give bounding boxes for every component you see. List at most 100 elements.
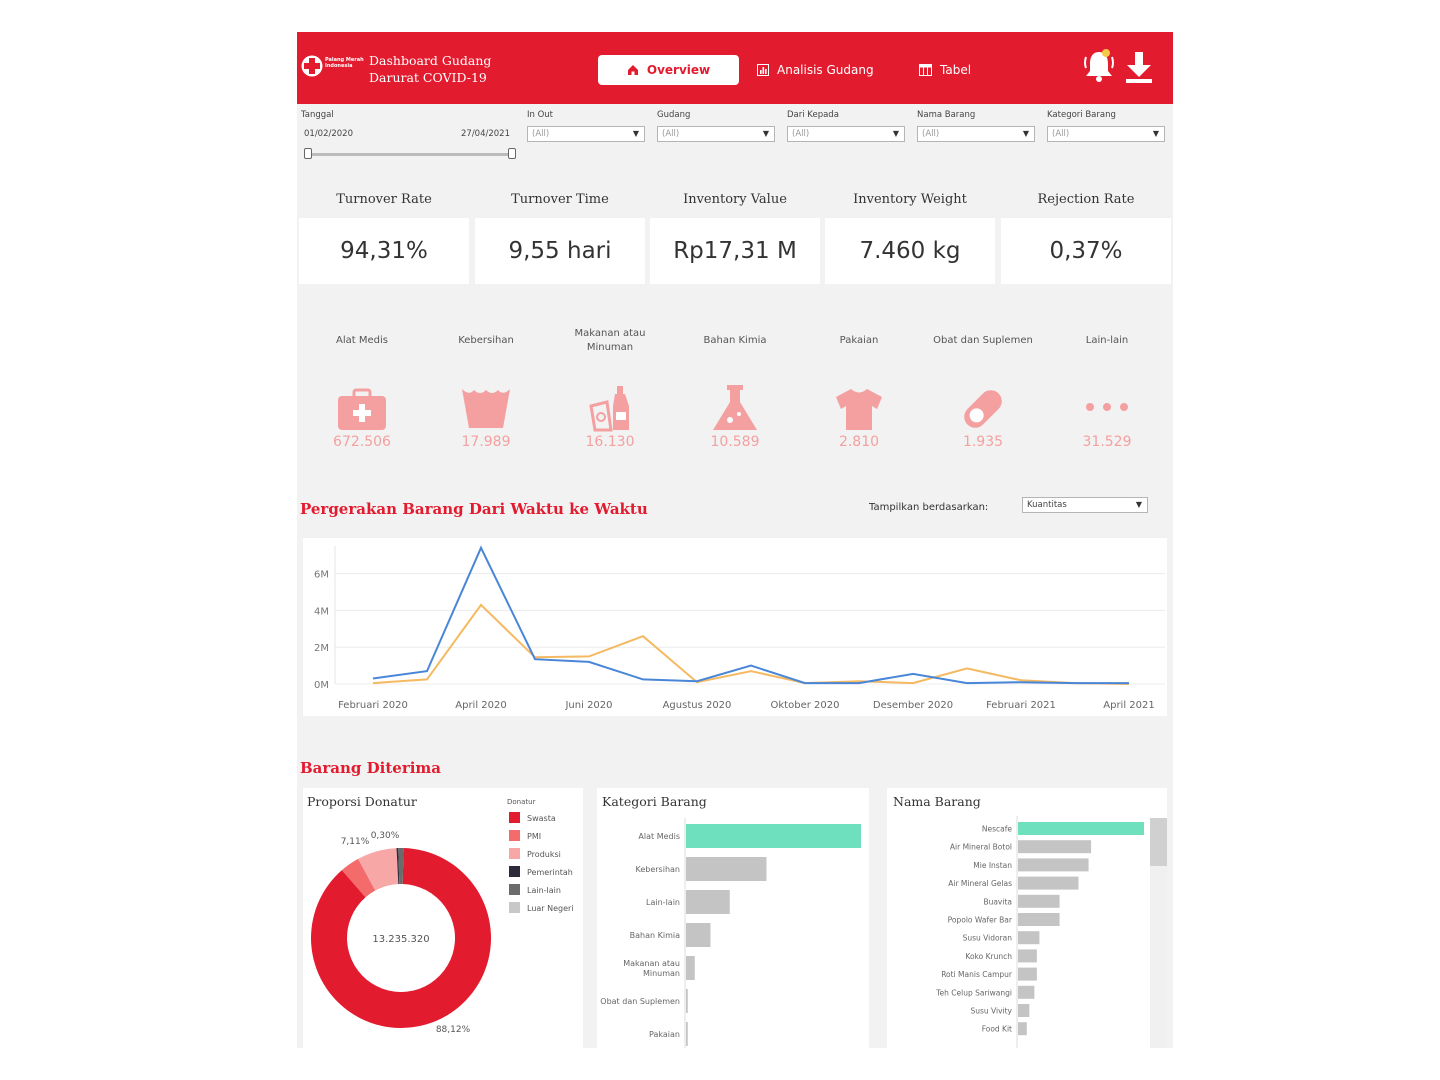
- kpi-turnover-time-title: Turnover Time: [511, 192, 609, 207]
- bar: [686, 989, 688, 1013]
- kpi-turnover-time-value: 9,55 hari: [475, 218, 645, 284]
- bar-label: Buavita: [983, 897, 1012, 906]
- movement-chart-panel: 0M 2M 4M 6M Februari 2020 April 2020 Juni 2020…: [303, 538, 1167, 716]
- date-slider-start-handle[interactable]: [304, 148, 312, 159]
- bar-label: Pakaian: [649, 1030, 680, 1039]
- filter-kategori-barang-value: (All): [1052, 129, 1070, 139]
- legend-swatch: [509, 884, 520, 895]
- item-scrollbar-track[interactable]: [1150, 818, 1167, 1048]
- date-slider-end-handle[interactable]: [508, 148, 516, 159]
- bar-label: Kebersihan: [636, 865, 681, 874]
- kpi-rejection-rate-title: Rejection Rate: [1037, 192, 1135, 207]
- pill-icon: [964, 390, 1002, 428]
- category-bahan-kimia-label: Bahan Kimia: [703, 335, 767, 346]
- category-alat-medis-label: Alat Medis: [336, 335, 388, 346]
- x-tick-label: Juni 2020: [564, 700, 612, 711]
- legend-swatch: [509, 812, 520, 823]
- tab-overview[interactable]: Overview: [598, 55, 739, 85]
- filter-dari-kepada-select[interactable]: (All) ▼: [787, 126, 905, 142]
- legend-label: Swasta: [527, 814, 556, 823]
- bar-label-line2: Minuman: [643, 969, 680, 978]
- tab-tabel[interactable]: Tabel: [919, 55, 971, 85]
- tab-tabel-label: Tabel: [940, 63, 972, 77]
- y-tick-label: 4M: [314, 606, 329, 617]
- pmi-cross-icon: [301, 55, 323, 77]
- y-tick-label: 0M: [314, 680, 329, 691]
- bar-label: Bahan Kimia: [630, 931, 680, 940]
- x-tick-label: Februari 2021: [986, 700, 1056, 711]
- filter-dari-kepada-label: Dari Kepada: [787, 110, 839, 120]
- legend-swatch: [509, 848, 520, 859]
- category-lain-lain-label: Lain-lain: [1085, 335, 1129, 346]
- display-by-label: Tampilkan berdasarkan:: [869, 502, 989, 513]
- bar-label: Alat Medis: [638, 832, 680, 841]
- app-title-line2: Darurat COVID-19: [369, 70, 487, 85]
- bar: [1018, 1004, 1030, 1017]
- filter-kategori-barang-select[interactable]: (All) ▼: [1047, 126, 1165, 142]
- x-tick-label: April 2020: [455, 700, 506, 711]
- bar-label: Koko Krunch: [965, 952, 1012, 961]
- display-by-select[interactable]: Kuantitas ▼: [1022, 497, 1148, 513]
- item-scrollbar-thumb[interactable]: [1150, 818, 1167, 866]
- filter-nama-barang-select[interactable]: (All) ▼: [917, 126, 1035, 142]
- category-alat-medis-value: 672.506: [333, 434, 391, 450]
- shirt-icon: [836, 389, 882, 430]
- filter-dari-kepada-value: (All): [792, 129, 810, 139]
- item-bar-chart: Nescafe Air Mineral Botol Mie Instan Air Mi…: [935, 816, 1144, 1048]
- category-bar-panel: Kategori Barang Alat Medis Kebersihan Lain…: [597, 788, 869, 1048]
- filter-gudang-value: (All): [662, 129, 680, 139]
- bar-label: Teh Celup Sariwangi: [935, 988, 1012, 997]
- slice-label-pemerintah: 0,30%: [371, 831, 400, 841]
- x-tick-label: Desember 2020: [873, 700, 953, 711]
- bar: [1018, 913, 1060, 926]
- filter-nama-barang-label: Nama Barang: [917, 110, 976, 120]
- kpi-inventory-weight-value: 7.460 kg: [825, 218, 995, 284]
- bar-label-line1: Makanan atau: [623, 959, 680, 968]
- bar: [1018, 1022, 1027, 1036]
- bar: [1018, 931, 1040, 945]
- date-range-slider[interactable]: [307, 153, 512, 156]
- kpi-turnover-rate-title: Turnover Rate: [336, 192, 432, 207]
- slice-label-produksi: 7,11%: [341, 837, 370, 847]
- app-title-line1: Dashboard Gudang: [369, 53, 492, 68]
- bar-label: Nescafe: [982, 825, 1012, 834]
- y-tick-label: 2M: [314, 643, 329, 654]
- filter-kategori-barang-label: Kategori Barang: [1047, 110, 1116, 120]
- bar-label: Susu Vivity: [970, 1007, 1012, 1016]
- category-obat-value: 1.935: [962, 434, 1004, 450]
- bell-icon[interactable]: [1083, 48, 1115, 84]
- legend-swatch: [509, 902, 520, 913]
- filter-in-out-value: (All): [532, 129, 550, 139]
- bar-label: Susu Vidoran: [963, 934, 1013, 943]
- filter-in-out-select[interactable]: (All) ▼: [527, 126, 645, 142]
- movement-line-chart: 0M 2M 4M 6M Februari 2020 April 2020 Juni 2020…: [314, 545, 1165, 711]
- category-makanan-value: 16.130: [585, 434, 635, 450]
- bar: [1018, 858, 1089, 872]
- bar: [686, 923, 711, 947]
- donut-center-label: 13.235.320: [372, 934, 429, 945]
- x-tick-label: Februari 2020: [338, 700, 408, 711]
- bar: [686, 824, 861, 848]
- more-icon: [1086, 403, 1128, 411]
- kpi-inventory-value-value: Rp17,31 M: [650, 218, 820, 284]
- bar: [686, 1022, 688, 1046]
- bar-label: Popolo Wafer Bar: [948, 916, 1013, 925]
- legend-swatch: [509, 830, 520, 841]
- y-tick-label: 6M: [314, 570, 329, 581]
- bar-label: Food Kit: [982, 1025, 1012, 1034]
- category-makanan-label: Makanan atau Minuman: [574, 328, 646, 353]
- filter-gudang-select[interactable]: (All) ▼: [657, 126, 775, 142]
- slice-label-swasta: 88,12%: [436, 1025, 471, 1035]
- legend-swatch: [509, 866, 520, 877]
- pmi-logo: Palang Merah Indonesia: [301, 55, 364, 81]
- category-bar-chart: Alat Medis Kebersihan Lain-lain Bahan Kimia…: [600, 818, 861, 1048]
- tab-analisis-gudang[interactable]: Analisis Gudang: [757, 55, 874, 85]
- legend-label: Produksi: [527, 850, 561, 859]
- chevron-down-icon: ▼: [1022, 129, 1029, 138]
- bar: [686, 857, 767, 881]
- download-icon[interactable]: [1123, 50, 1155, 84]
- bar: [1018, 822, 1144, 835]
- basin-icon: [462, 389, 510, 428]
- legend-label: PMI: [527, 832, 541, 841]
- category-pakaian-value: 2.810: [838, 434, 880, 450]
